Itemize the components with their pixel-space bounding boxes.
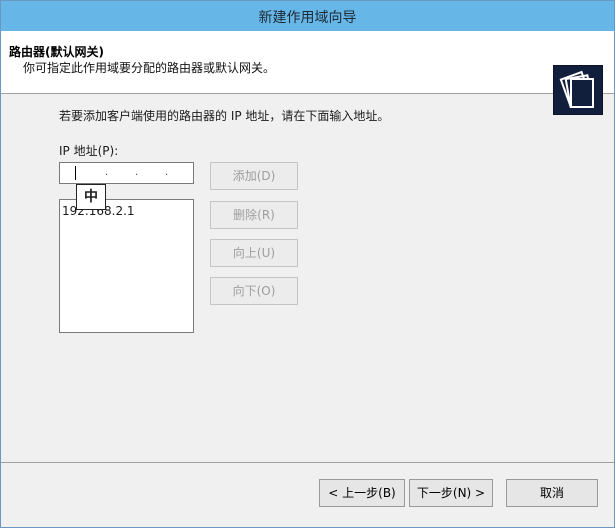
back-button[interactable]: < 上一步(B) (319, 479, 405, 507)
ip-address-label: IP 地址(P): (59, 144, 119, 158)
ip-dot-3: . (165, 167, 169, 178)
move-up-button[interactable]: 向上(U) (210, 239, 298, 267)
page-title: 路由器(默认网关) (9, 45, 104, 59)
wizard-body: 若要添加客户端使用的路由器的 IP 地址，请在下面输入地址。 IP 地址(P):… (1, 94, 614, 461)
move-down-button[interactable]: 向下(O) (210, 277, 298, 305)
window-title: 新建作用域向导 (258, 10, 357, 26)
title-bar: 新建作用域向导 (1, 1, 614, 31)
page-subtitle: 你可指定此作用域要分配的路由器或默认网关。 (23, 61, 276, 75)
ip-address-input[interactable]: . . . (59, 162, 194, 184)
ip-dot-2: . (135, 167, 139, 178)
router-list[interactable]: 192.168.2.1 (59, 199, 194, 333)
next-button[interactable]: 下一步(N) > (409, 479, 493, 507)
wizard-header: 路由器(默认网关) 你可指定此作用域要分配的路由器或默认网关。 (1, 31, 614, 115)
ip-dot-1: . (105, 167, 109, 178)
remove-button[interactable]: 删除(R) (210, 201, 298, 229)
cancel-button[interactable]: 取消 (506, 479, 598, 507)
ime-indicator: 中 (76, 184, 106, 210)
instruction-text: 若要添加客户端使用的路由器的 IP 地址，请在下面输入地址。 (59, 109, 390, 123)
text-caret (75, 166, 76, 180)
wizard-window: 新建作用域向导 路由器(默认网关) 你可指定此作用域要分配的路由器或默认网关。 … (0, 0, 615, 528)
footer-divider (1, 462, 614, 463)
add-button[interactable]: 添加(D) (210, 162, 298, 190)
